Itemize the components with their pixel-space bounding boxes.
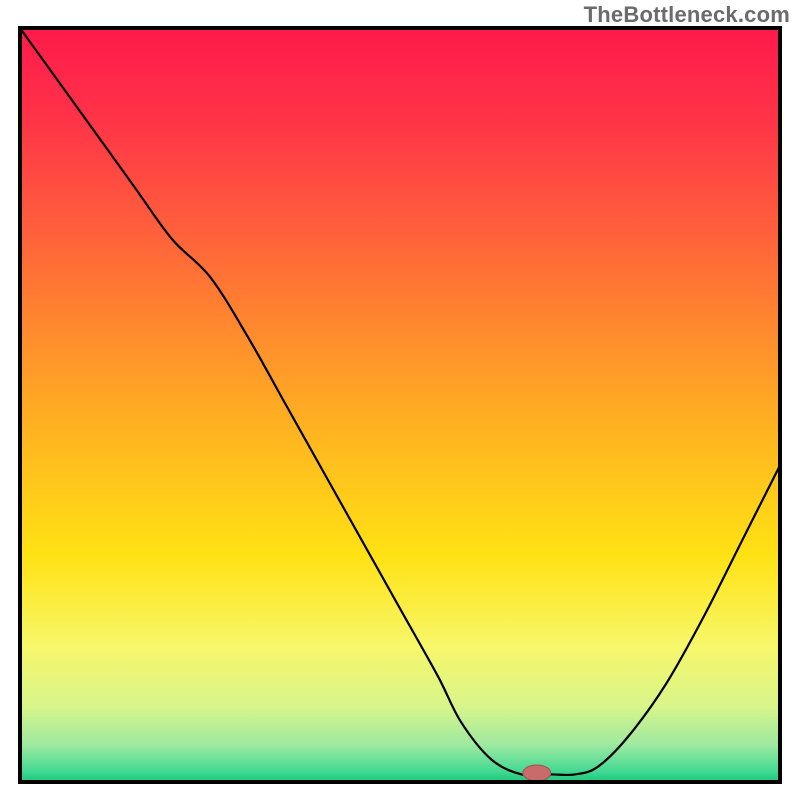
plot-background [20, 28, 780, 782]
chart-container: TheBottleneck.com [0, 0, 800, 800]
watermark-text: TheBottleneck.com [584, 2, 790, 28]
bottleneck-chart [0, 0, 800, 800]
optimal-point-marker [523, 765, 551, 781]
